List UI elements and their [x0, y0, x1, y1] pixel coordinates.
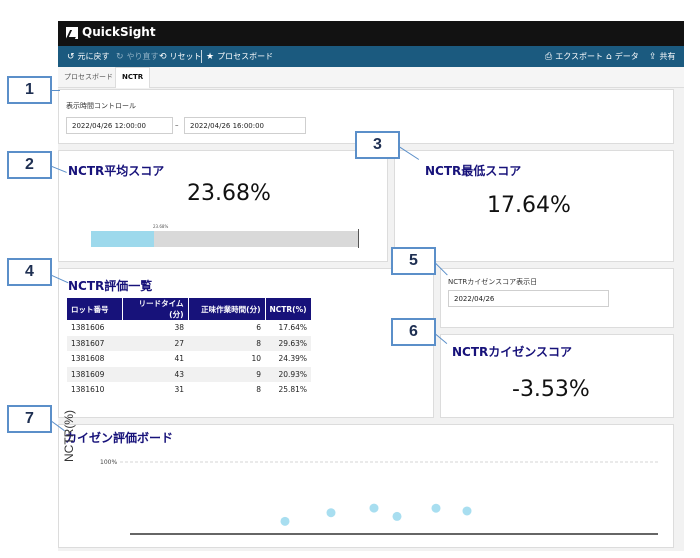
star-icon: ★ — [206, 52, 215, 62]
callout-1-leader — [52, 90, 60, 91]
callout-5: 5 — [391, 247, 436, 275]
table-row: 1381608 41 10 24.39% — [67, 351, 311, 367]
kaizen-date-card: NCTRカイゼンスコア表示日 2022/04/26 — [440, 268, 674, 328]
cell-work: 8 — [188, 335, 265, 351]
undo-label: 元に戻す — [77, 52, 110, 61]
share-label: 共有 — [659, 52, 676, 61]
callout-2: 2 — [7, 151, 52, 179]
progress-label: 23.68% — [153, 224, 169, 229]
avg-score-progress-fill — [91, 231, 155, 247]
print-icon: ⎙ — [545, 52, 553, 62]
cell-nctr: 25.81% — [278, 385, 308, 395]
table-row: 1381606 38 6 17.64% — [67, 320, 311, 336]
table-row: 1381609 43 9 20.93% — [67, 366, 312, 382]
callout-3: 3 — [355, 131, 400, 159]
eval-list-title: NCTR評価一覧 — [68, 279, 153, 293]
time-range-separator: – — [175, 121, 179, 129]
scatter-points — [280, 503, 472, 526]
publish-label: プロセスボード — [217, 52, 274, 61]
min-score-value: 17.64% — [487, 193, 571, 218]
cell-lead: 43 — [122, 366, 188, 382]
quicksight-logo-icon — [66, 27, 78, 39]
tab-nctr[interactable]: NCTR — [115, 67, 151, 88]
tab-process-board[interactable]: プロセスボード — [58, 67, 119, 88]
table-header-row: ロット番号 リードタイム(分) 正味作業時間(分) NCTR(%) — [67, 298, 312, 320]
col-lead-time[interactable]: リードタイム(分) — [122, 298, 189, 320]
callout-6: 6 — [391, 318, 436, 346]
table-row: 1381610 31 8 25.81% — [67, 382, 311, 398]
export-button[interactable]: ⎙ エクスポート — [545, 51, 603, 62]
kaizen-board-title: カイゼン評価ボード — [65, 431, 174, 445]
cell-work: 6 — [256, 323, 261, 333]
cell-nctr: 20.93% — [265, 366, 312, 382]
app-title: QuickSight — [82, 25, 156, 39]
table-row: 1381607 27 8 29.63% — [67, 335, 312, 351]
redo-label: やり直す — [126, 52, 159, 61]
cell-nctr: 17.64% — [278, 323, 308, 333]
cell-lot: 1381610 — [71, 385, 105, 395]
redo-button[interactable]: ↻ やり直す — [116, 51, 159, 62]
cell-lot: 1381608 — [71, 354, 105, 364]
cell-lead: 41 — [174, 354, 184, 364]
kaizen-score-title: NCTRカイゼンスコア — [452, 345, 573, 359]
data-label: データ — [614, 52, 639, 61]
data-icon: ⌂ — [606, 52, 612, 62]
time-control-label: 表示時間コントロール — [66, 102, 136, 110]
kaizen-score-card: NCTRカイゼンスコア -3.53% — [440, 334, 674, 418]
avg-score-title: NCTR平均スコア — [68, 164, 165, 178]
end-time-field[interactable]: 2022/04/26 16:00:00 — [184, 117, 306, 134]
reset-button[interactable]: ⟲ リセット — [159, 51, 202, 62]
title-bar: QuickSight — [58, 21, 684, 46]
kaizen-date-label: NCTRカイゼンスコア表示日 — [448, 278, 538, 286]
chart-y-axis-label: NCTR(%) — [62, 410, 76, 462]
export-label: エクスポート — [555, 52, 603, 61]
y-tick-100: 100% — [100, 459, 117, 466]
data-button[interactable]: ⌂ データ — [606, 51, 639, 62]
cell-lot: 1381607 — [67, 335, 122, 351]
cell-lot: 1381609 — [67, 366, 122, 382]
toolbar-divider — [201, 50, 202, 63]
callout-4: 4 — [7, 258, 52, 286]
cell-lead: 27 — [122, 335, 188, 351]
cell-lead: 31 — [174, 385, 184, 395]
scatter-point[interactable] — [392, 511, 402, 521]
scatter-point[interactable] — [462, 506, 472, 516]
scatter-point[interactable] — [280, 516, 290, 526]
avg-score-value: 23.68% — [187, 181, 271, 206]
callout-1: 1 — [7, 76, 52, 104]
progress-end-marker — [358, 229, 359, 248]
cell-work: 10 — [251, 354, 261, 364]
avg-score-progress — [91, 231, 358, 247]
cell-lead: 38 — [174, 323, 184, 333]
scatter-point[interactable] — [369, 503, 379, 513]
col-nctr[interactable]: NCTR(%) — [265, 298, 312, 320]
cell-lot: 1381606 — [71, 323, 105, 333]
publish-button[interactable]: ★ プロセスボード — [206, 51, 273, 62]
min-score-card: NCTR最低スコア 17.64% — [394, 150, 674, 262]
kaizen-score-value: -3.53% — [512, 377, 590, 402]
undo-button[interactable]: ↺ 元に戻す — [67, 51, 110, 62]
start-time-field[interactable]: 2022/04/26 12:00:00 — [66, 117, 173, 134]
min-score-title: NCTR最低スコア — [425, 164, 522, 178]
col-net-work-time[interactable]: 正味作業時間(分) — [188, 298, 266, 320]
toolbar: ↺ 元に戻す ↻ やり直す ⟲ リセット ★ プロセスボード ⎙ エクスポート ⌂ データ … — [58, 46, 684, 67]
share-icon: ⇪ — [649, 52, 657, 62]
cell-work: 8 — [256, 385, 261, 395]
col-lot-number[interactable]: ロット番号 — [67, 298, 123, 320]
cell-nctr: 29.63% — [265, 335, 312, 351]
share-button[interactable]: ⇪ 共有 — [649, 51, 676, 62]
reset-label: リセット — [169, 52, 202, 61]
reset-icon: ⟲ — [159, 52, 167, 62]
nctr-eval-table: ロット番号 リードタイム(分) 正味作業時間(分) NCTR(%) 138160… — [67, 298, 312, 398]
redo-icon: ↻ — [116, 52, 124, 62]
undo-icon: ↺ — [67, 52, 75, 62]
callout-7: 7 — [7, 405, 52, 433]
kaizen-scatter-chart: 100% — [100, 459, 658, 535]
cell-work: 9 — [188, 366, 265, 382]
scatter-point[interactable] — [431, 503, 441, 513]
cell-nctr: 24.39% — [278, 354, 308, 364]
scatter-point[interactable] — [326, 508, 336, 518]
sheet-tabs: プロセスボード NCTR — [58, 67, 684, 88]
kaizen-date-field[interactable]: 2022/04/26 — [448, 290, 609, 307]
